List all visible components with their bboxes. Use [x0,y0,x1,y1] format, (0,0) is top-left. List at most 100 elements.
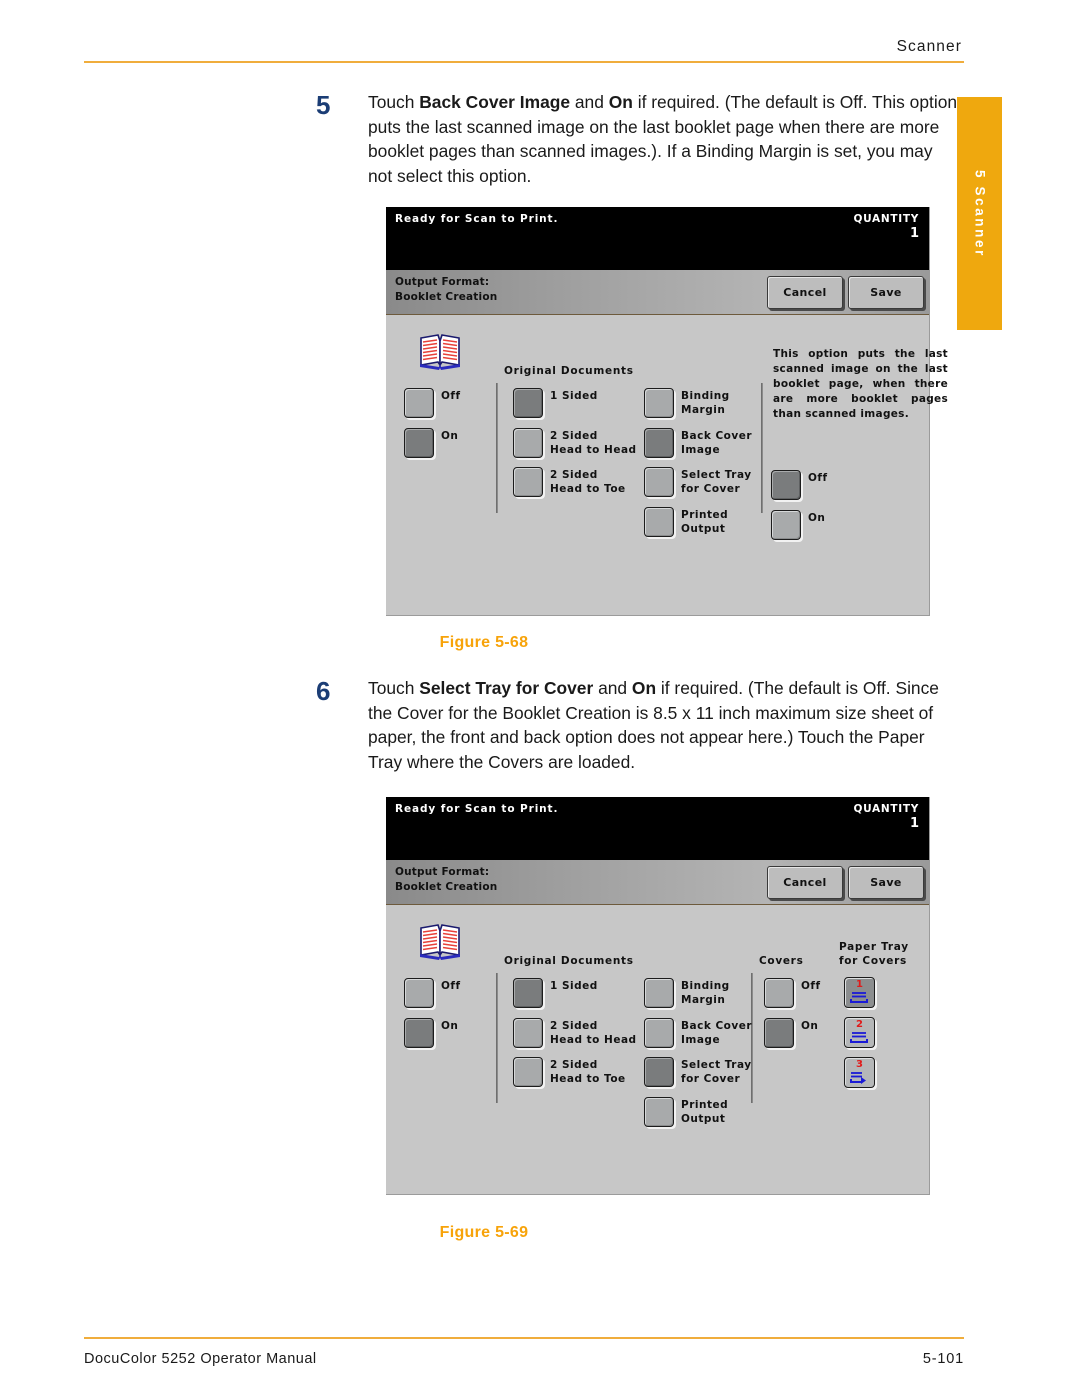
figure-caption-5-69: Figure 5-69 [439,1224,529,1241]
feature-back-cover-image-label-2: Image [681,444,721,456]
quantity-display: QUANTITY 1 [854,803,919,831]
booklet-option-on-button[interactable] [404,428,434,458]
booklet-option-off-button[interactable] [404,388,434,418]
original-document-option-1-sided-label: 1 Sided [550,980,598,992]
feature-printed-output[interactable]: Printed Output [644,1097,728,1127]
booklet-option-off[interactable]: Off [404,388,461,418]
booklet-option-on[interactable]: On [404,428,458,458]
back-cover-image-option-on-label: On [808,512,826,524]
status-bar: Ready for Scan to Print. QUANTITY 1 [386,797,929,860]
label-original-documents: Original Documents [504,365,634,377]
back-cover-image-option-off-label: Off [808,472,828,484]
back-cover-image-option-off-button[interactable] [771,470,801,500]
original-document-option-1-sided[interactable]: 1 Sided [513,978,598,1008]
booklet-option-off[interactable]: Off [404,978,461,1008]
feature-printed-output-button[interactable] [644,1097,674,1127]
feature-back-cover-image-label-1: Back Cover [681,430,753,442]
original-document-option-2-sided-head-to-toe-button[interactable] [513,467,543,497]
cancel-button[interactable]: Cancel [767,276,843,309]
page-header: Scanner [84,38,964,63]
paper-tray-button-3[interactable]: 3 [844,1057,875,1088]
feature-select-tray-for-cover[interactable]: Select Tray for Cover [644,467,752,497]
covers-option-off[interactable]: Off [764,978,821,1008]
feature-select-tray-for-cover-button[interactable] [644,467,674,497]
tray-stack-icon [850,1030,869,1049]
original-document-hh-label-2: Head to Head [550,1034,637,1046]
help-text: This option puts the last scanned image … [773,348,948,420]
scanner-ui-panel-5-68: Ready for Scan to Print. QUANTITY 1 Outp… [386,207,948,616]
divider-left [496,973,498,1103]
step-number: 5 [316,90,331,120]
step-text: Touch Select Tray for Cover and On if re… [368,678,939,772]
original-document-option-2-sided-head-to-head[interactable]: 2 Sided Head to Head [513,1018,637,1048]
feature-binding-margin[interactable]: Binding Margin [644,978,730,1008]
feature-printed-output[interactable]: Printed Output [644,507,728,537]
open-book-icon [418,922,462,964]
original-document-option-1-sided-label: 1 Sided [550,390,598,402]
original-document-option-1-sided-button[interactable] [513,388,543,418]
quantity-label: QUANTITY [853,803,919,815]
panel-title-bar: Output Format: Booklet Creation Cancel S… [386,860,929,905]
page-footer: DocuColor 5252 Operator Manual 5-101 [84,1337,964,1367]
header-rule [84,61,964,63]
panel-action-buttons: Cancel Save [767,276,924,309]
back-cover-image-option-off[interactable]: Off [771,470,828,500]
feature-binding-margin[interactable]: Binding Margin [644,388,730,418]
feature-select-tray-for-cover[interactable]: Select Tray for Cover [644,1057,752,1087]
feature-printed-output-button[interactable] [644,507,674,537]
footer-rule [84,1337,964,1339]
original-document-option-2-sided-head-to-toe-button[interactable] [513,1057,543,1087]
original-document-ht-label-1: 2 Sided [550,1059,598,1071]
page-number: 5-101 [922,1351,964,1367]
save-button[interactable]: Save [848,276,924,309]
feature-select-tray-label-2: for Cover [681,483,741,495]
feature-back-cover-image-button[interactable] [644,1018,674,1048]
chapter-thumb-tab-label: 5 Scanner [972,169,987,258]
original-document-option-2-sided-head-to-toe[interactable]: 2 Sided Head to Toe [513,467,626,497]
original-document-option-2-sided-head-to-head[interactable]: 2 Sided Head to Head [513,428,637,458]
original-document-option-2-sided-head-to-toe[interactable]: 2 Sided Head to Toe [513,1057,626,1087]
save-button[interactable]: Save [848,866,924,899]
divider-right [761,383,763,513]
booklet-option-off-button[interactable] [404,978,434,1008]
feature-back-cover-image[interactable]: Back Cover Image [644,428,752,458]
original-document-hh-label-2: Head to Head [550,444,637,456]
feature-select-tray-for-cover-button[interactable] [644,1057,674,1087]
feature-back-cover-image[interactable]: Back Cover Image [644,1018,752,1048]
feature-select-tray-label-1: Select Tray [681,1059,752,1071]
original-document-option-1-sided[interactable]: 1 Sided [513,388,598,418]
quantity-display: QUANTITY 1 [854,213,919,241]
covers-option-on-button[interactable] [764,1018,794,1048]
quantity-value: 1 [909,226,919,241]
covers-option-off-label: Off [801,980,821,992]
open-book-icon [418,332,462,374]
feature-back-cover-image-button[interactable] [644,428,674,458]
original-document-ht-label-2: Head to Toe [550,483,626,495]
original-document-ht-label-1: 2 Sided [550,469,598,481]
step-text: Touch Back Cover Image and On if require… [368,92,958,186]
feature-binding-margin-button[interactable] [644,978,674,1008]
panel-body: Original Documents Off On 1 Sided 2 Side… [386,315,948,615]
covers-option-off-button[interactable] [764,978,794,1008]
booklet-option-on[interactable]: On [404,1018,458,1048]
feature-back-cover-image-label-1: Back Cover [681,1020,753,1032]
original-document-option-2-sided-head-to-head-button[interactable] [513,1018,543,1048]
paper-tray-button-1[interactable]: 1 [844,977,875,1008]
back-cover-image-option-on[interactable]: On [771,510,825,540]
feature-binding-margin-label-1: Binding [681,390,730,402]
feature-printed-output-label-1: Printed [681,509,729,521]
paper-tray-1-number: 1 [856,979,863,990]
booklet-option-on-button[interactable] [404,1018,434,1048]
label-original-documents: Original Documents [504,955,634,967]
quantity-label: QUANTITY [853,213,919,225]
paper-tray-button-2[interactable]: 2 [844,1017,875,1048]
feature-binding-margin-label-2: Margin [681,994,726,1006]
step-6: 6 Touch Select Tray for Cover and On if … [316,676,960,774]
back-cover-image-option-on-button[interactable] [771,510,801,540]
original-document-option-1-sided-button[interactable] [513,978,543,1008]
covers-option-on[interactable]: On [764,1018,818,1048]
feature-printed-output-label-1: Printed [681,1099,729,1111]
cancel-button[interactable]: Cancel [767,866,843,899]
feature-binding-margin-button[interactable] [644,388,674,418]
original-document-option-2-sided-head-to-head-button[interactable] [513,428,543,458]
